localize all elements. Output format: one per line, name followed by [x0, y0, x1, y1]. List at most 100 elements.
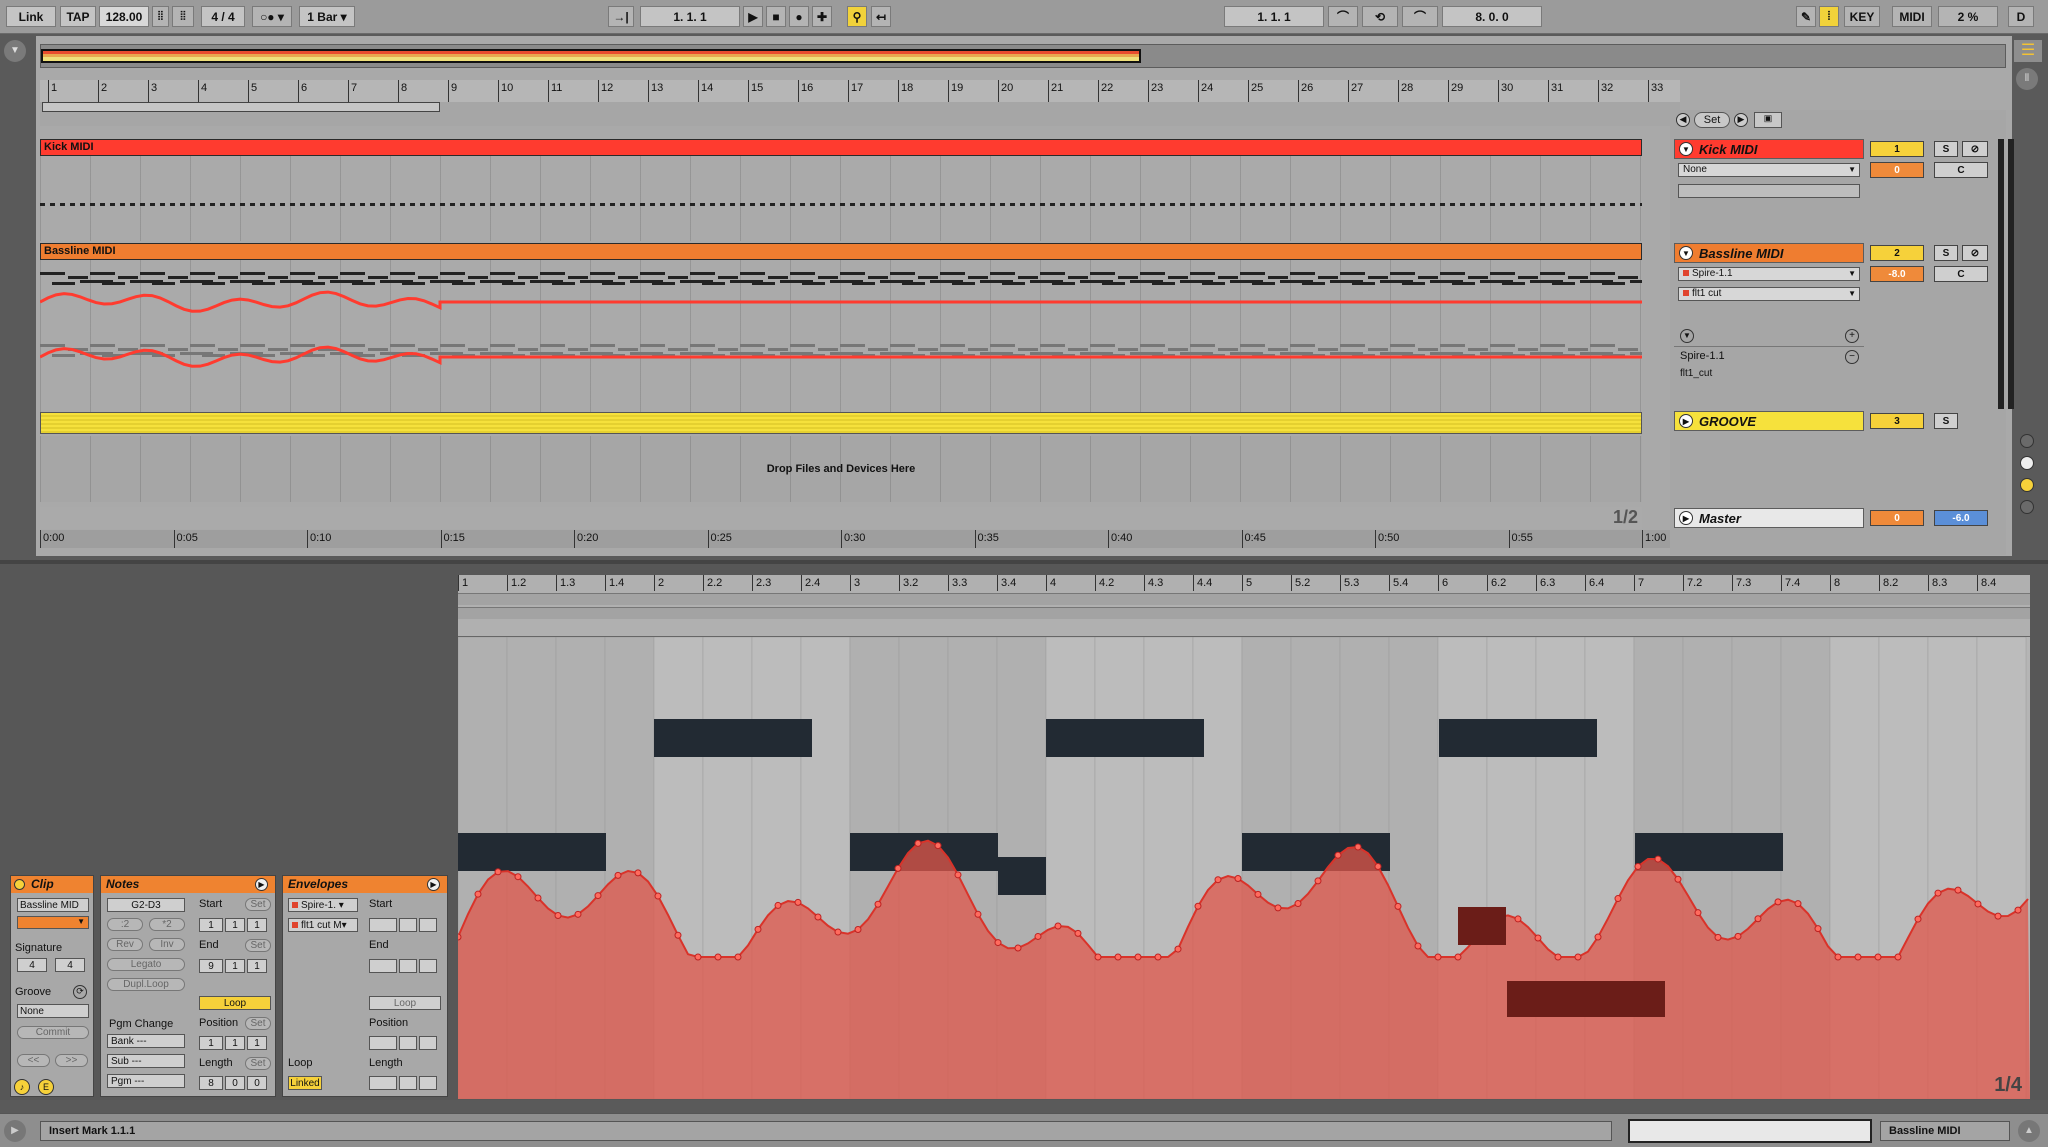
- loop-length-field[interactable]: 8. 0. 0: [1442, 6, 1542, 27]
- arrangement-view-icon[interactable]: ☰: [2014, 40, 2042, 62]
- env-position-bar[interactable]: [369, 1036, 397, 1050]
- position-sixteenth[interactable]: 1: [247, 1036, 267, 1050]
- clip-name-field[interactable]: Bassline MID: [17, 898, 89, 912]
- loop-brace[interactable]: [40, 102, 1680, 126]
- track-activator-1[interactable]: 1: [1870, 141, 1924, 157]
- bassline-param-select[interactable]: flt1 cut: [1678, 287, 1860, 301]
- expand-icon[interactable]: ▶: [1679, 511, 1693, 525]
- loop-switch-icon[interactable]: ⟲: [1362, 6, 1398, 27]
- metronome-icon[interactable]: ○● ▾: [252, 6, 292, 27]
- info-toggle-icon[interactable]: ▶: [4, 1120, 26, 1142]
- key-map-button[interactable]: KEY: [1844, 6, 1880, 27]
- link-button[interactable]: Link: [6, 6, 56, 27]
- position-bar[interactable]: 1: [199, 1036, 223, 1050]
- note-range-field[interactable]: G2-D3: [107, 898, 185, 912]
- start-bar[interactable]: 1: [199, 918, 223, 932]
- track-lane-bassline[interactable]: Bassline MIDI: [40, 243, 1642, 413]
- overdub-icon[interactable]: ✚: [812, 6, 832, 27]
- commit-button[interactable]: Commit: [17, 1026, 89, 1039]
- start-set-button[interactable]: Set: [245, 898, 271, 911]
- invert-button[interactable]: Inv: [149, 938, 185, 951]
- session-view-icon[interactable]: ⦀: [2016, 68, 2038, 90]
- track-header-bassline[interactable]: ▼ Bassline MIDI: [1674, 243, 1864, 263]
- env-length-bar[interactable]: [369, 1076, 397, 1090]
- clip-bassline-midi[interactable]: Bassline MIDI: [40, 243, 1642, 260]
- double-length-button[interactable]: *2: [149, 918, 185, 931]
- tempo-field[interactable]: 128.00: [99, 6, 149, 27]
- pan-field-2[interactable]: C: [1934, 266, 1988, 282]
- end-sixteenth[interactable]: 1: [247, 959, 267, 973]
- play-icon[interactable]: ▶: [743, 6, 763, 27]
- legato-button[interactable]: Legato: [107, 958, 185, 971]
- track-header-groove[interactable]: ▶ GROOVE: [1674, 411, 1864, 431]
- prev-clip-button[interactable]: <<: [17, 1054, 50, 1067]
- env-start-bar[interactable]: [369, 918, 397, 932]
- bank-field[interactable]: Bank ---: [107, 1034, 185, 1048]
- reverse-button[interactable]: Rev: [107, 938, 143, 951]
- half-length-button[interactable]: :2: [107, 918, 143, 931]
- punch-out-icon[interactable]: ⌒: [1402, 6, 1438, 27]
- track-header-kick[interactable]: ▼ Kick MIDI: [1674, 139, 1864, 159]
- next-clip-button[interactable]: >>: [55, 1054, 88, 1067]
- fold-icon[interactable]: ▼: [1679, 246, 1693, 260]
- follow-icon[interactable]: →|: [608, 6, 634, 27]
- back-to-arrangement-icon[interactable]: ↤: [871, 6, 891, 27]
- expand-icon[interactable]: ▶: [1679, 414, 1693, 428]
- fold-icon[interactable]: ▼: [1679, 142, 1693, 156]
- length-sixteenth[interactable]: 0: [247, 1076, 267, 1090]
- track-header-master[interactable]: ▶ Master: [1674, 508, 1864, 528]
- browser-toggle-icon[interactable]: ▼: [4, 40, 26, 62]
- loop-start-field[interactable]: 1. 1. 1: [1224, 6, 1324, 27]
- next-locator-icon[interactable]: ▶: [1734, 113, 1748, 127]
- editor-canvas[interactable]: [458, 637, 2030, 1099]
- show-automation-icon[interactable]: ▼: [1680, 329, 1694, 343]
- groove-hotswap-icon[interactable]: ⟳: [73, 985, 87, 999]
- signature-field[interactable]: 4 / 4: [201, 6, 245, 27]
- notes-expand-icon[interactable]: ▶: [255, 878, 268, 891]
- track-lane-kick[interactable]: Kick MIDI: [40, 139, 1642, 241]
- end-bar[interactable]: 9: [199, 959, 223, 973]
- env-start-sixteenth[interactable]: [419, 918, 437, 932]
- detail-overview[interactable]: [1628, 1119, 1872, 1143]
- master-volume-field[interactable]: 0: [1870, 510, 1924, 526]
- track-activator-2[interactable]: 2: [1870, 245, 1924, 261]
- envelopes-expand-icon[interactable]: ▶: [427, 878, 440, 891]
- midi-map-button[interactable]: MIDI: [1892, 6, 1932, 27]
- signature-numerator[interactable]: 4: [17, 958, 47, 972]
- lock-envelopes-icon[interactable]: ▣: [1754, 112, 1782, 128]
- env-position-sixteenth[interactable]: [419, 1036, 437, 1050]
- returns-toggle-icon[interactable]: [2020, 456, 2034, 470]
- master-pan-field[interactable]: -6.0: [1934, 510, 1988, 526]
- length-bar[interactable]: 8: [199, 1076, 223, 1090]
- end-set-button[interactable]: Set: [245, 939, 271, 952]
- launch-box-icon[interactable]: ♪: [14, 1079, 30, 1095]
- position-field[interactable]: 1. 1. 1: [640, 6, 740, 27]
- master-lane[interactable]: 1/2: [40, 507, 1642, 529]
- env-length-sixteenth[interactable]: [419, 1076, 437, 1090]
- length-beat[interactable]: 0: [225, 1076, 245, 1090]
- arm-button-1[interactable]: ⊘: [1962, 141, 1988, 157]
- position-beat[interactable]: 1: [225, 1036, 245, 1050]
- length-set-button[interactable]: Set: [245, 1057, 271, 1070]
- selected-track-name[interactable]: Bassline MIDI: [1880, 1121, 2010, 1141]
- overview-bar[interactable]: [40, 44, 2006, 68]
- track-lane-groove[interactable]: [40, 412, 1642, 434]
- pan-field-1[interactable]: C: [1934, 162, 1988, 178]
- track-activator-3[interactable]: 3: [1870, 413, 1924, 429]
- env-loop-button[interactable]: Loop: [369, 996, 441, 1010]
- delay-toggle-icon[interactable]: [2020, 500, 2034, 514]
- pgm-field[interactable]: Pgm ---: [107, 1074, 185, 1088]
- duplicate-loop-button[interactable]: Dupl.Loop: [107, 978, 185, 991]
- env-end-beat[interactable]: [399, 959, 417, 973]
- end-beat[interactable]: 1: [225, 959, 245, 973]
- env-end-sixteenth[interactable]: [419, 959, 437, 973]
- draw-mode-icon[interactable]: ✎: [1796, 6, 1816, 27]
- clip-color-select[interactable]: ▼: [17, 916, 89, 929]
- start-sixteenth[interactable]: 1: [247, 918, 267, 932]
- nudge-up-icon[interactable]: ⦙⦙: [172, 6, 194, 27]
- tap-button[interactable]: TAP: [60, 6, 96, 27]
- envelope-device-select[interactable]: Spire-1. ▾: [288, 898, 358, 912]
- stop-icon[interactable]: ■: [766, 6, 786, 27]
- editor-ruler[interactable]: 1 1.2 1.3 1.4 2 2.2 2.3 2.4 3 3.2 3.3 3.4 4 4.2 4.3 4.4…: [458, 575, 2030, 637]
- env-length-beat[interactable]: [399, 1076, 417, 1090]
